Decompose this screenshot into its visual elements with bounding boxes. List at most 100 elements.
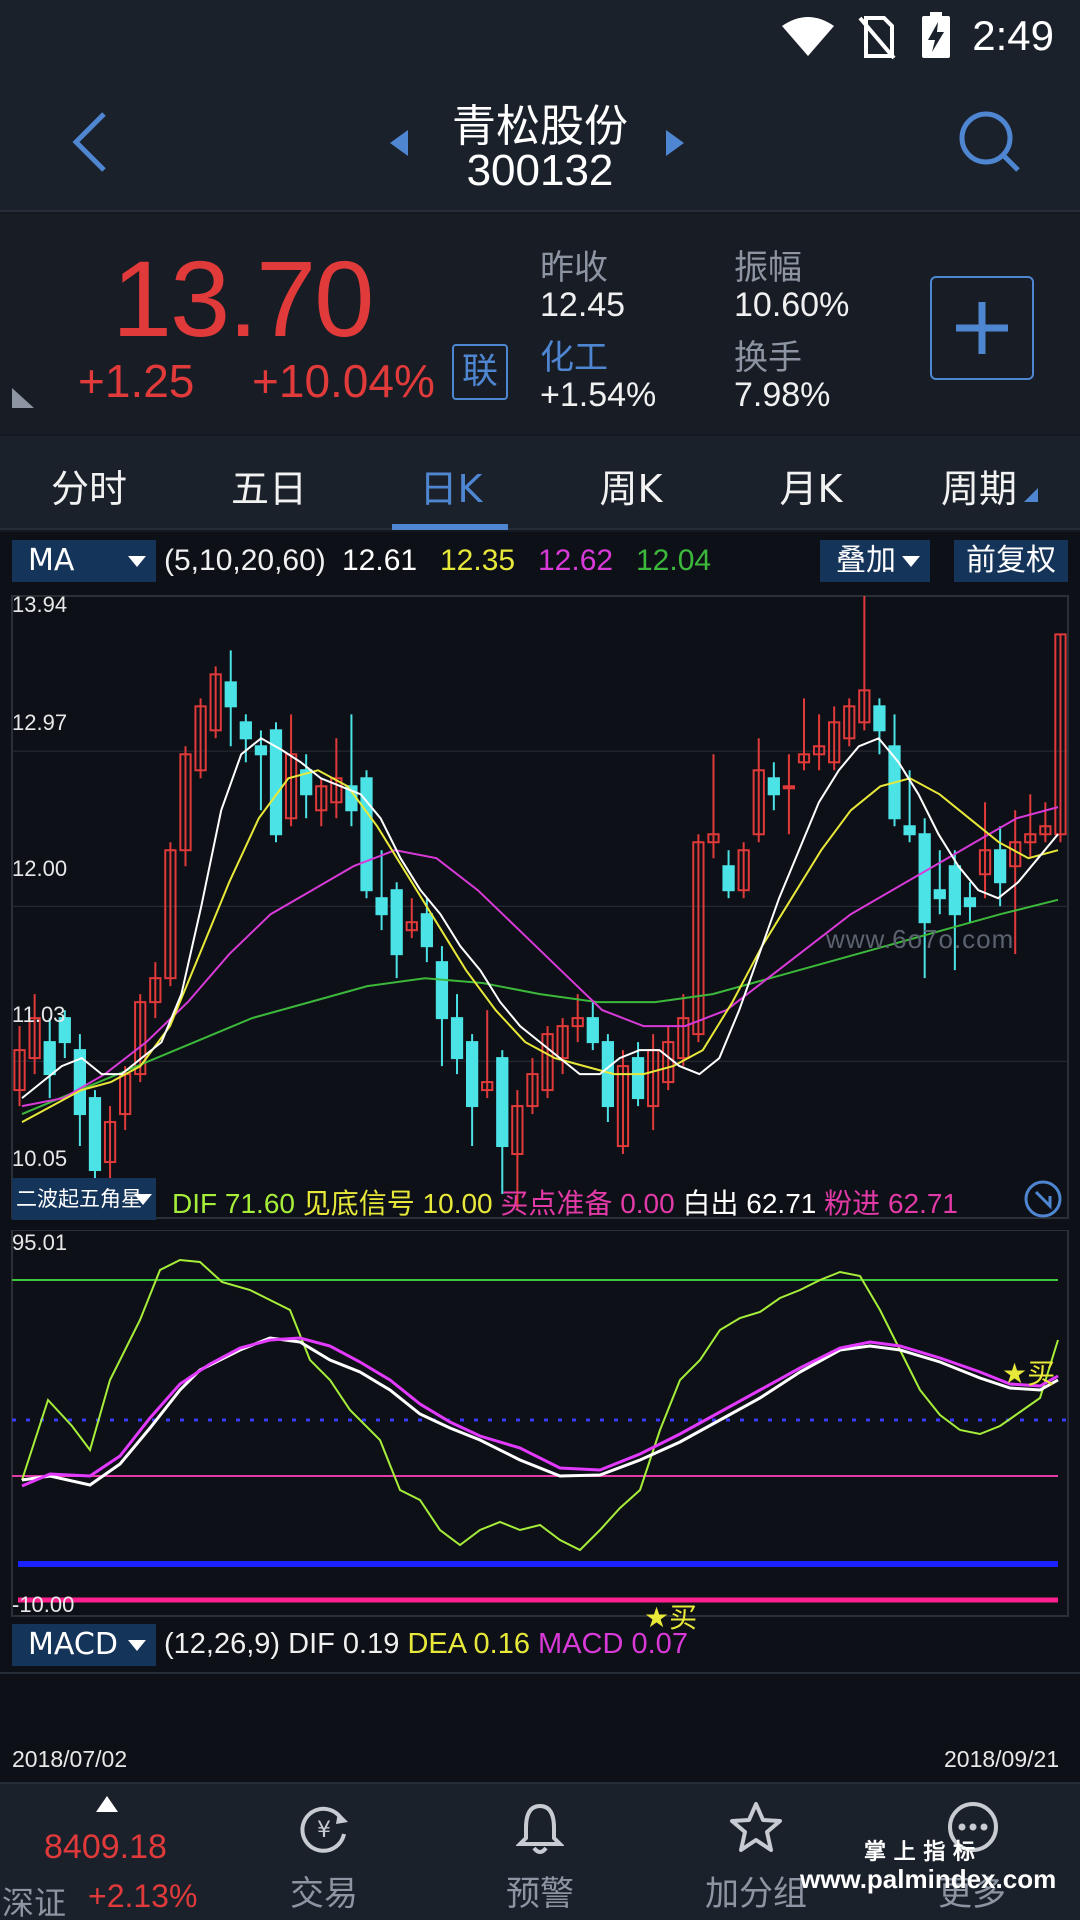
candle-down xyxy=(435,961,449,1020)
index-ticker[interactable]: 8409.18 深证 +2.13% xyxy=(0,1784,216,1920)
ma5-value: 12.61 xyxy=(342,544,418,577)
macd-macd-value: 0.07 xyxy=(631,1628,688,1660)
pink-in-label: 粉进 xyxy=(824,1188,881,1219)
candle-down xyxy=(903,825,916,836)
dif-value: 71.60 xyxy=(224,1188,295,1219)
price-axis-4: 11.03 xyxy=(12,1002,66,1027)
candlestick-chart[interactable] xyxy=(0,584,1080,1230)
yen-exchange-icon: ¥ xyxy=(300,1806,348,1853)
up-arrow-icon xyxy=(96,1796,118,1812)
macd-selector[interactable]: MACD xyxy=(12,1624,156,1666)
prev-close-value: 12.45 xyxy=(540,286,626,324)
star-icon xyxy=(730,1802,782,1852)
candle-down xyxy=(390,889,403,956)
ma60-value: 12.04 xyxy=(636,544,712,577)
watermark-logo-text: 掌 上 指 标 xyxy=(864,1840,975,1865)
candle-down xyxy=(375,897,388,916)
candle-down xyxy=(722,865,735,892)
prev-close-label: 昨收 xyxy=(540,248,608,288)
link-badge[interactable]: 联 xyxy=(452,344,508,400)
watermark-text: www.6o7o.com xyxy=(826,924,1015,954)
macd-dea-value: 0.16 xyxy=(473,1628,530,1660)
quote-panel: 13.70 +1.25 +10.04% 联 昨收 12.45 化工 +1.54%… xyxy=(0,214,1080,434)
macd-values: (12,26,9) DIF 0.19 DEA 0.16 MACD 0.07 xyxy=(164,1628,688,1661)
stock-code: 300132 xyxy=(466,146,614,195)
price-change-percent: +10.04% xyxy=(252,355,435,407)
candle-down xyxy=(239,721,252,740)
plus-icon xyxy=(956,302,1008,354)
indicator-chart[interactable] xyxy=(0,1230,1080,1620)
tab-five-day[interactable]: 五日 xyxy=(194,458,344,513)
indicator-selector[interactable]: 二波起五角星 xyxy=(12,1178,156,1220)
divider xyxy=(0,1672,1080,1674)
bottom-navigation: 8409.18 深证 +2.13% ¥ 交易 预警 加分组 更多 掌 上 指 标… xyxy=(0,1782,1080,1920)
amplitude-label: 振幅 xyxy=(734,248,802,288)
tab-weekly-k[interactable]: 周K xyxy=(556,458,706,513)
ma20-value: 12.62 xyxy=(538,544,614,577)
bottom-signal-value: 10.00 xyxy=(422,1188,493,1219)
white-out-value: 62.71 xyxy=(746,1188,817,1219)
overlay-button-label: 叠加 xyxy=(836,543,896,578)
nav-trade[interactable]: ¥ 交易 xyxy=(234,1784,414,1920)
candle-down xyxy=(873,705,886,732)
candle-up xyxy=(782,785,796,790)
overlay-button[interactable]: 叠加 xyxy=(820,540,930,582)
candle-down xyxy=(933,889,946,900)
price-change: +1.25 xyxy=(78,355,195,407)
date-start: 2018/07/02 xyxy=(12,1746,128,1772)
green-dif-line xyxy=(21,1258,1059,1552)
pink-in-value: 62.71 xyxy=(887,1188,959,1219)
white-line xyxy=(21,1336,1059,1487)
candle-down xyxy=(465,1041,479,1108)
pink-line xyxy=(21,1336,1059,1488)
sector-change: +1.54% xyxy=(540,376,657,414)
buy-prepare-label: 买点准备 xyxy=(500,1188,613,1219)
price-axis-3: 12.00 xyxy=(12,856,68,881)
nav-alert-label: 预警 xyxy=(506,1874,574,1914)
add-watchlist-button[interactable] xyxy=(930,276,1034,380)
nav-group[interactable]: 加分组 xyxy=(666,1784,846,1920)
period-tabs: 分时 五日 日K 周K 月K 周期 xyxy=(0,436,1080,530)
candle-down xyxy=(767,777,780,796)
chart-area: MA (5,10,20,60) 12.61 12.35 12.62 12.04 … xyxy=(0,532,1080,1782)
ma-selector-label: MA xyxy=(28,543,75,578)
app-header: 青松股份 300132 xyxy=(0,72,1080,212)
next-stock-icon[interactable] xyxy=(664,128,686,158)
tab-daily-k[interactable]: 日K xyxy=(376,458,526,513)
macd-dif-value: 0.19 xyxy=(342,1628,400,1660)
candle-down xyxy=(496,1057,509,1148)
search-icon[interactable] xyxy=(956,108,1022,174)
bell-icon xyxy=(516,1803,564,1854)
macd-dea-label: DEA xyxy=(407,1628,466,1660)
candle-down xyxy=(963,897,977,908)
candle-down xyxy=(254,745,268,756)
battery-charging-icon xyxy=(922,12,950,58)
candle-down xyxy=(360,777,373,892)
buy-prepare-value: 0.00 xyxy=(620,1188,675,1219)
ma10-value: 12.35 xyxy=(440,544,516,577)
nav-trade-label: 交易 xyxy=(290,1874,358,1914)
turnover-label: 换手 xyxy=(734,338,802,378)
candle-down xyxy=(948,865,961,916)
price-axis-bottom: 10.05 xyxy=(12,1146,68,1171)
nav-alert[interactable]: 预警 xyxy=(450,1784,630,1920)
sector-link[interactable]: 化工 xyxy=(540,330,608,379)
candle-down xyxy=(586,1017,599,1044)
candle-down xyxy=(450,1017,464,1060)
stock-name: 青松股份 xyxy=(452,101,628,152)
indicator-selector-label: 二波起五角星 xyxy=(16,1187,142,1211)
index-value: 8409.18 xyxy=(44,1828,167,1866)
adjust-button[interactable]: 前复权 xyxy=(954,540,1068,582)
active-tab-indicator xyxy=(392,524,508,530)
collapse-icon[interactable] xyxy=(1022,1178,1064,1220)
candle-down xyxy=(224,681,237,708)
clock: 2:49 xyxy=(972,12,1054,59)
amplitude-value: 10.60% xyxy=(734,286,850,324)
tab-intraday[interactable]: 分时 xyxy=(14,458,164,513)
ma-selector[interactable]: MA xyxy=(12,540,156,582)
corner-triangle-icon xyxy=(12,388,34,408)
tab-monthly-k[interactable]: 月K xyxy=(736,458,886,513)
candle-down xyxy=(88,1097,102,1172)
chevron-down-icon xyxy=(902,556,920,567)
turnover-value: 7.98% xyxy=(734,376,831,414)
